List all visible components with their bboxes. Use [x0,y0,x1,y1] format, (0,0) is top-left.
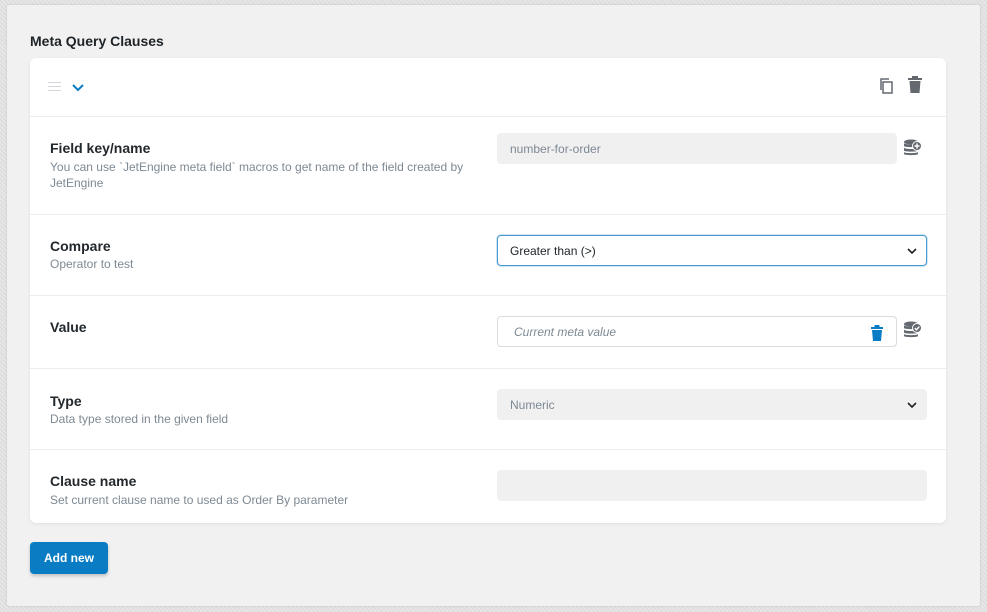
compare-selected-value: Greater than (>) [510,244,596,258]
value-text: Current meta value [514,325,617,339]
compare-row: Compare Operator to test Greater than (>… [30,215,946,296]
field-key-row: Field key/name You can use `JetEngine me… [30,117,946,215]
trash-icon[interactable] [870,325,884,341]
value-label: Value [50,319,87,335]
compare-description: Operator to test [50,257,134,271]
clause-name-label: Clause name [50,473,137,489]
database-icon[interactable] [902,138,922,158]
add-new-button[interactable]: Add new [30,542,108,574]
type-select[interactable]: Numeric [497,389,927,420]
copy-icon[interactable] [878,77,894,95]
drag-handle-icon[interactable] [48,82,61,91]
meta-query-panel: Meta Query Clauses Field key/name You ca… [7,5,980,606]
trash-icon[interactable] [907,76,923,94]
clause-header [30,58,946,117]
value-input[interactable]: Current meta value [497,316,897,347]
compare-select[interactable]: Greater than (>) [497,235,927,266]
compare-label: Compare [50,238,111,254]
clause-name-input[interactable] [497,470,927,501]
field-key-input[interactable]: number-for-order [497,133,897,164]
type-description: Data type stored in the given field [50,412,229,426]
chevron-down-icon [907,402,917,409]
clause-name-description: Set current clause name to used as Order… [50,493,349,507]
chevron-down-icon [907,248,917,255]
chevron-down-icon[interactable] [70,79,86,95]
field-key-description: You can use `JetEngine meta field` macro… [50,160,464,190]
section-title: Meta Query Clauses [30,33,164,49]
clause-name-row: Clause name Set current clause name to u… [30,450,946,527]
field-key-placeholder: number-for-order [510,142,601,156]
type-label: Type [50,393,82,409]
type-selected-value: Numeric [510,398,555,412]
database-icon[interactable] [902,320,922,340]
type-row: Type Data type stored in the given field… [30,369,946,450]
value-row: Value Current meta value [30,296,946,369]
clause-card: Field key/name You can use `JetEngine me… [30,58,946,523]
field-key-label: Field key/name [50,140,151,156]
